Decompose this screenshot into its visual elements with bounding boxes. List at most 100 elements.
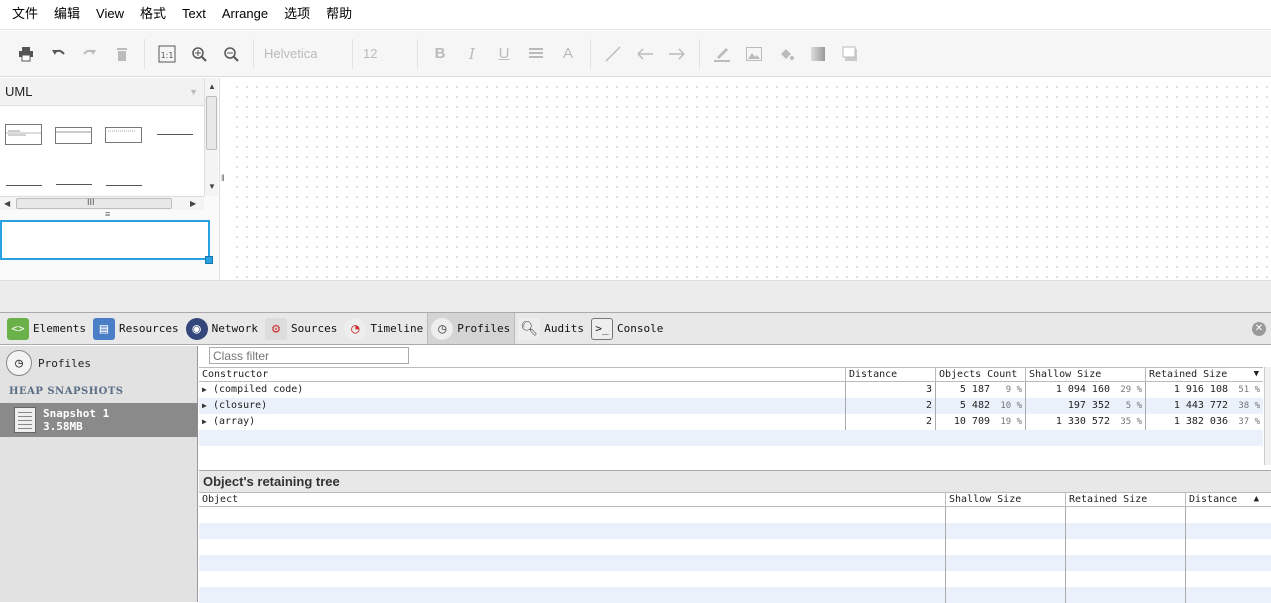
profiles-icon: ◷ [6, 350, 32, 376]
console-icon: >_ [591, 317, 614, 340]
snapshot-item[interactable]: Snapshot 1 3.58MB [0, 403, 198, 437]
image-icon[interactable] [741, 41, 767, 67]
menu-help[interactable]: 帮助 [318, 0, 360, 30]
tab-network[interactable]: ◉ Network [183, 313, 262, 344]
menu-options[interactable]: 选项 [276, 0, 318, 30]
shallow-cell: 197 352 5 % [1026, 398, 1146, 414]
toolbar-separator [417, 38, 418, 69]
undo-icon[interactable] [45, 41, 71, 67]
close-icon[interactable]: ✕ [1252, 322, 1266, 336]
distance-cell: 2 [846, 414, 936, 430]
column-retained-size[interactable]: Retained Size ▼ [1146, 368, 1263, 381]
line-color-icon[interactable] [709, 41, 735, 67]
diagram-canvas[interactable] [228, 78, 1271, 280]
underline-icon[interactable]: U [491, 41, 517, 67]
tab-label: Timeline [370, 322, 424, 335]
panel-splitter-grip[interactable]: ‖ [221, 173, 225, 183]
empty-row [199, 507, 1271, 523]
line-icon[interactable] [600, 41, 626, 67]
menu-format[interactable]: 格式 [132, 0, 174, 30]
print-icon[interactable] [13, 41, 39, 67]
heap-snapshot-view: Constructor Distance Objects Count Shall… [199, 346, 1271, 603]
arrow-left-icon[interactable] [632, 41, 658, 67]
tab-resources[interactable]: ▤ Resources [90, 313, 183, 344]
expand-arrow-icon[interactable]: ▶ [202, 414, 210, 430]
shallow-cell: 1 330 572 35 % [1026, 414, 1146, 430]
column-constructor[interactable]: Constructor [199, 368, 846, 381]
tab-label: Elements [33, 322, 86, 335]
scroll-right-icon[interactable]: ▶ [190, 199, 196, 208]
arrow-right-icon[interactable] [664, 41, 690, 67]
toolbar-separator [352, 38, 353, 69]
uml-class-shape[interactable] [105, 127, 142, 143]
scroll-thumb[interactable]: III [16, 197, 172, 209]
column-object[interactable]: Object [199, 493, 946, 506]
column-distance[interactable]: Distance ▲ [1186, 493, 1263, 506]
toolbar-separator [253, 38, 254, 69]
expand-arrow-icon[interactable]: ▶ [202, 382, 210, 398]
vertical-scrollbar[interactable]: ▲ ▼ [204, 78, 218, 196]
font-color-icon[interactable]: A [555, 41, 581, 67]
uml-dependency-shape[interactable] [106, 185, 142, 186]
column-distance[interactable]: Distance [846, 368, 936, 381]
devtools-tabbar: <> Elements ▤ Resources ◉ Network ⚙ Sour… [0, 312, 1271, 345]
tab-audits[interactable]: 🔍︎ Audits [515, 313, 588, 344]
gradient-icon[interactable] [805, 41, 831, 67]
constructor-name: (array) [213, 416, 256, 427]
column-objects-count[interactable]: Objects Count [936, 368, 1026, 381]
uml-link-shape[interactable] [56, 184, 92, 185]
tab-timeline[interactable]: ◔ Timeline [341, 313, 427, 344]
actual-size-icon[interactable]: 1:1 [154, 41, 180, 67]
sources-icon: ⚙ [264, 317, 287, 340]
scroll-down-icon[interactable]: ▼ [208, 182, 216, 191]
menu-edit[interactable]: 编辑 [46, 0, 88, 30]
table-row[interactable]: ▶ (array) 2 10 709 19 % 1 330 572 35 % 1 38… [199, 414, 1263, 430]
horizontal-scrollbar[interactable]: ◀ III ▶ [0, 196, 204, 210]
bold-icon[interactable]: B [427, 41, 453, 67]
italic-icon[interactable]: I [459, 41, 485, 67]
shape-palette [0, 107, 204, 195]
fill-icon[interactable] [773, 41, 799, 67]
align-icon[interactable] [523, 41, 549, 67]
expand-arrow-icon[interactable]: ▶ [202, 398, 210, 414]
profiles-header[interactable]: ◷ Profiles [6, 350, 91, 376]
uml-class-shape[interactable] [55, 127, 92, 144]
format-panel-box[interactable] [0, 220, 210, 260]
shape-library-header[interactable]: UML ▼ [0, 78, 204, 106]
delete-icon[interactable] [109, 41, 135, 67]
scroll-up-icon[interactable]: ▲ [208, 82, 216, 91]
column-retained-size[interactable]: Retained Size [1066, 493, 1186, 506]
splitter-grip[interactable]: ≡ [105, 209, 110, 219]
svg-text:1:1: 1:1 [161, 51, 174, 60]
menu-text[interactable]: Text [174, 0, 214, 30]
uml-association-shape[interactable] [6, 185, 42, 186]
toolbar-separator [699, 38, 700, 69]
table-row[interactable]: ▶ (compiled code) 3 5 187 9 % 1 094 160 29 … [199, 382, 1263, 398]
menu-file[interactable]: 文件 [4, 0, 46, 30]
scroll-thumb[interactable] [206, 96, 217, 150]
column-shallow-size[interactable]: Shallow Size [946, 493, 1066, 506]
tab-sources[interactable]: ⚙ Sources [262, 313, 341, 344]
scroll-left-icon[interactable]: ◀ [4, 199, 10, 208]
menu-arrange[interactable]: Arrange [214, 0, 276, 30]
tab-console[interactable]: >_ Console [588, 313, 667, 344]
filter-bar [199, 346, 1271, 367]
empty-row [199, 555, 1271, 571]
zoom-in-icon[interactable] [186, 41, 212, 67]
retaining-tree-table: Object Shallow Size Retained Size Distan… [199, 492, 1271, 603]
zoom-out-icon[interactable] [218, 41, 244, 67]
menu-view[interactable]: View [88, 0, 132, 30]
font-size-select[interactable]: 12 [359, 41, 411, 67]
uml-class-shape[interactable] [5, 124, 42, 145]
tab-elements[interactable]: <> Elements [4, 313, 90, 344]
resize-handle[interactable] [205, 256, 213, 264]
shadow-icon[interactable] [837, 41, 863, 67]
font-family-select[interactable]: Helvetica [260, 41, 346, 67]
class-filter-input[interactable] [209, 347, 409, 364]
uml-line-shape[interactable] [157, 134, 193, 135]
column-shallow-size[interactable]: Shallow Size [1026, 368, 1146, 381]
redo-icon[interactable] [77, 41, 103, 67]
tab-profiles[interactable]: ◷ Profiles [427, 313, 516, 344]
table-row[interactable]: ▶ (closure) 2 5 482 10 % 197 352 5 % 1 443 … [199, 398, 1263, 414]
table-scrollbar[interactable] [1264, 367, 1271, 465]
